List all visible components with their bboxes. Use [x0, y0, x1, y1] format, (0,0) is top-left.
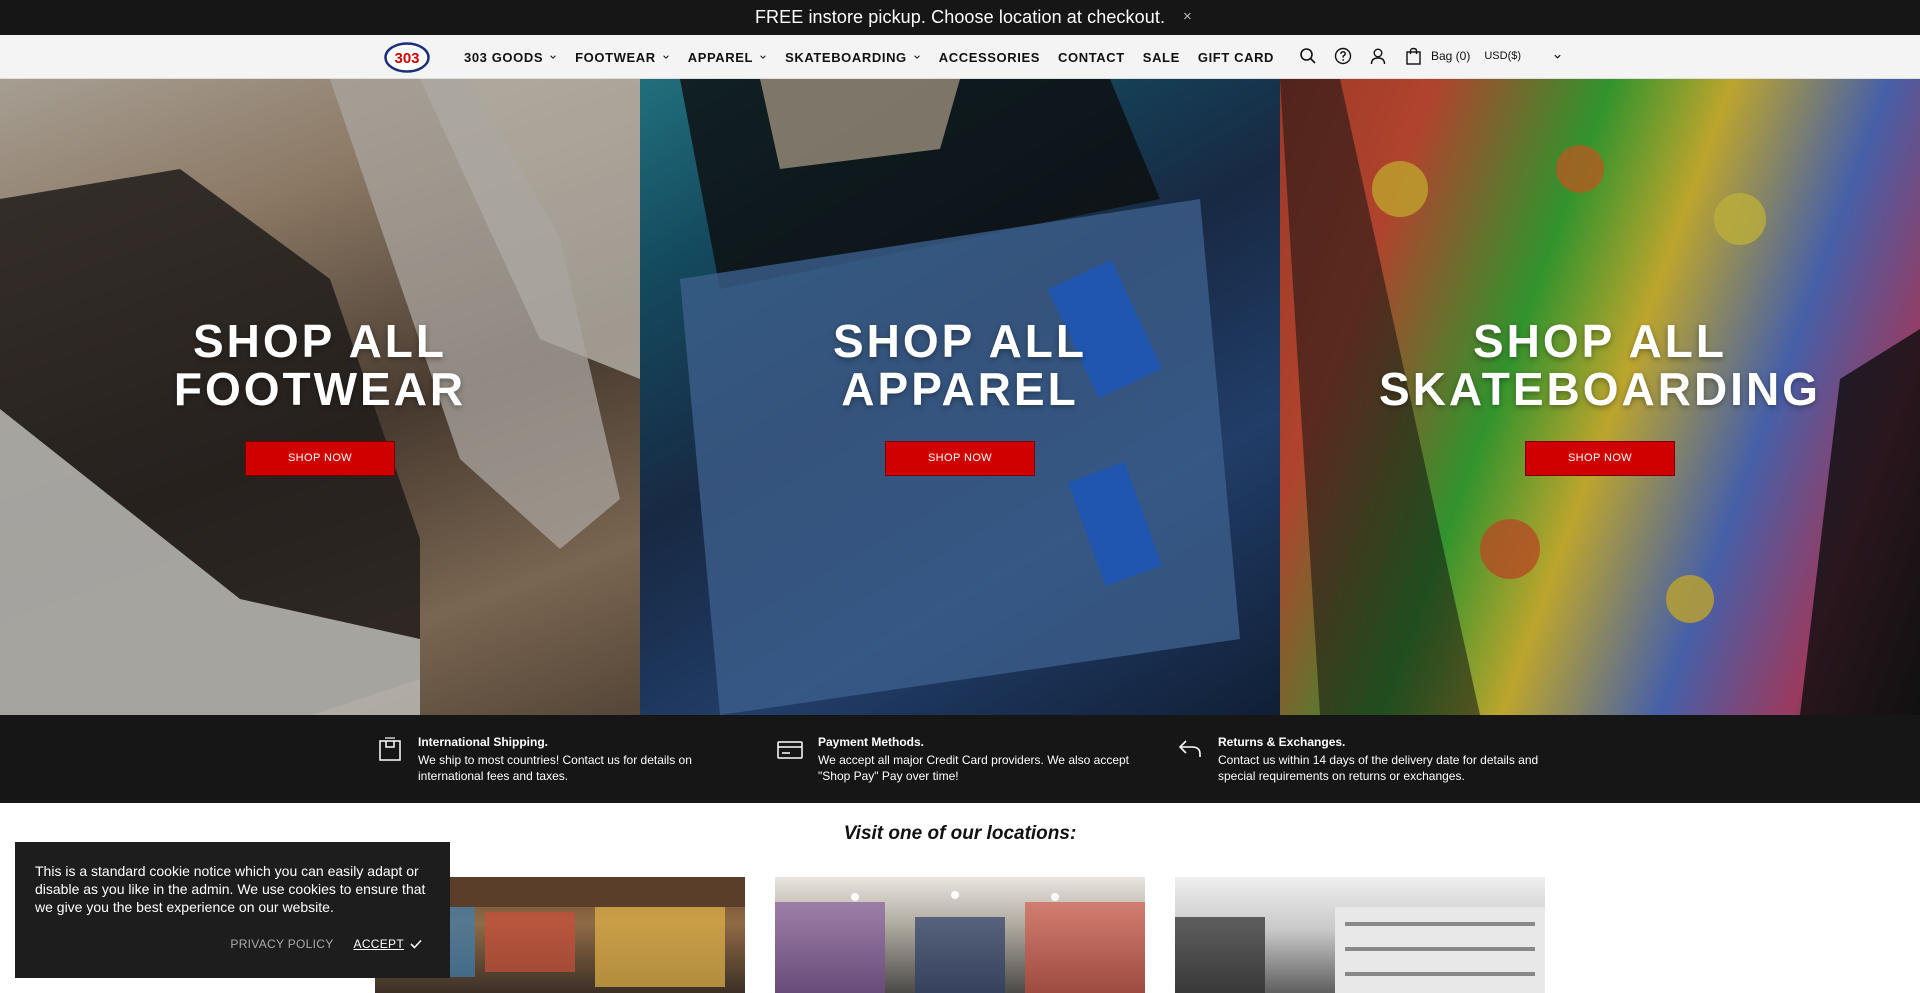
panel-title-line1: SHOP ALL — [192, 315, 448, 367]
panel-title-line2: APPAREL — [841, 363, 1079, 415]
nav-apparel[interactable]: APPAREL — [688, 50, 767, 65]
privacy-policy-link[interactable]: PRIVACY POLICY — [230, 937, 333, 951]
nav-footwear[interactable]: FOOTWEAR — [575, 50, 670, 65]
logo-text: 303 — [394, 50, 419, 67]
nav-contact[interactable]: CONTACT — [1058, 50, 1125, 65]
accept-button[interactable]: ACCEPT — [354, 937, 422, 951]
currency-label: USD($) — [1484, 50, 1522, 62]
hero-panel-footwear[interactable]: SHOP ALL FOOTWEAR SHOP NOW — [0, 79, 640, 715]
info-title: International Shipping. — [418, 735, 548, 749]
store-photo — [775, 891, 1145, 993]
package-icon — [379, 737, 401, 761]
nav-accessories[interactable]: ACCESSORIES — [939, 50, 1040, 65]
panel-title-line1: SHOP ALL — [832, 315, 1088, 367]
panel-content: SHOP ALL FOOTWEAR SHOP NOW — [0, 317, 640, 476]
panel-title-line2: FOOTWEAR — [173, 363, 467, 415]
nav-label: FOOTWEAR — [575, 49, 656, 65]
check-icon — [410, 939, 422, 949]
announcement-bar: FREE instore pickup. Choose location at … — [0, 0, 1920, 35]
chevron-down-icon — [760, 55, 766, 59]
bag-label[interactable]: Bag (0) — [1431, 49, 1470, 63]
nav-303-goods[interactable]: 303 GOODS — [464, 50, 557, 65]
hero-panel-apparel[interactable]: SHOP ALL APPAREL SHOP NOW — [640, 79, 1280, 715]
info-body: Returns & Exchanges. Contact us within 1… — [1218, 735, 1538, 784]
nav-label: CONTACT — [1058, 49, 1125, 65]
panel-content: SHOP ALL SKATEBOARDING SHOP NOW — [1280, 317, 1920, 476]
shop-now-button[interactable]: SHOP NOW — [885, 441, 1035, 476]
currency-selector[interactable]: USD($) — [1484, 50, 1562, 62]
info-body: International Shipping. We ship to most … — [418, 735, 692, 784]
hero-section: SHOP ALL FOOTWEAR SHOP NOW SHOP ALL APPA… — [0, 79, 1920, 715]
chevron-down-icon — [1554, 54, 1561, 59]
bag-icon[interactable] — [1402, 45, 1424, 67]
logo[interactable]: 303 — [384, 42, 430, 73]
nav-label: GIFT CARD — [1197, 49, 1275, 65]
shop-now-button[interactable]: SHOP NOW — [245, 441, 395, 476]
nav-label: APPAREL — [687, 49, 754, 65]
panel-title-line1: SHOP ALL — [1472, 315, 1728, 367]
chevron-down-icon — [550, 55, 556, 59]
info-text-line2: international fees and taxes. — [418, 769, 569, 783]
search-icon[interactable] — [1297, 45, 1319, 67]
nav-gift-card[interactable]: GIFT CARD — [1198, 50, 1274, 65]
chevron-down-icon — [913, 55, 920, 59]
info-text-line1: We ship to most countries! Contact us fo… — [418, 753, 692, 767]
nav-skateboarding[interactable]: SKATEBOARDING — [785, 50, 921, 65]
return-arrow-icon — [1178, 740, 1201, 757]
help-icon[interactable] — [1332, 45, 1354, 67]
cookie-notice: This is a standard cookie notice which y… — [15, 842, 450, 978]
info-title: Payment Methods. — [818, 735, 925, 749]
info-text-line2: special requirements on returns or excha… — [1218, 769, 1465, 783]
site-header: 303 303 GOODS FOOTWEAR APPAREL SKATEBOAR… — [0, 35, 1920, 79]
account-icon[interactable] — [1367, 45, 1389, 67]
location-card-2[interactable] — [775, 877, 1145, 993]
info-body: Payment Methods. We accept all major Cre… — [818, 735, 1129, 784]
store-photo — [1175, 907, 1545, 993]
nav-label: SKATEBOARDING — [785, 49, 907, 65]
info-returns: Returns & Exchanges. Contact us within 1… — [1176, 735, 1538, 784]
nav-label: ACCESSORIES — [938, 49, 1040, 65]
hero-panel-skateboarding[interactable]: SHOP ALL SKATEBOARDING SHOP NOW — [1280, 79, 1920, 715]
credit-card-icon — [777, 741, 803, 759]
main-nav: 303 GOODS FOOTWEAR APPAREL SKATEBOARDING… — [464, 35, 1292, 79]
info-bar: International Shipping. We ship to most … — [0, 715, 1920, 803]
nav-label: SALE — [1142, 49, 1180, 65]
panel-content: SHOP ALL APPAREL SHOP NOW — [640, 317, 1280, 476]
nav-label: 303 GOODS — [464, 49, 544, 65]
info-title: Returns & Exchanges. — [1218, 735, 1346, 749]
info-shipping: International Shipping. We ship to most … — [376, 735, 692, 784]
panel-title-line2: SKATEBOARDING — [1379, 363, 1821, 415]
close-icon[interactable]: × — [1183, 8, 1192, 25]
shop-now-button[interactable]: SHOP NOW — [1525, 441, 1675, 476]
header-actions: Bag (0) USD($) — [1297, 45, 1562, 67]
announcement-text: FREE instore pickup. Choose location at … — [754, 7, 1166, 27]
location-card-3[interactable] — [1175, 877, 1545, 993]
info-text-line1: We accept all major Credit Card provider… — [818, 753, 1130, 767]
chevron-down-icon — [662, 55, 669, 59]
info-text-line2: "Shop Pay" Pay over time! — [818, 769, 959, 783]
cookie-actions: PRIVACY POLICY ACCEPT — [15, 937, 450, 951]
cookie-text: This is a standard cookie notice which y… — [35, 863, 426, 915]
accept-label: ACCEPT — [353, 937, 404, 951]
info-payment: Payment Methods. We accept all major Cre… — [776, 735, 1129, 784]
info-text-line1: Contact us within 14 days of the deliver… — [1218, 753, 1539, 767]
nav-sale[interactable]: SALE — [1143, 50, 1180, 65]
